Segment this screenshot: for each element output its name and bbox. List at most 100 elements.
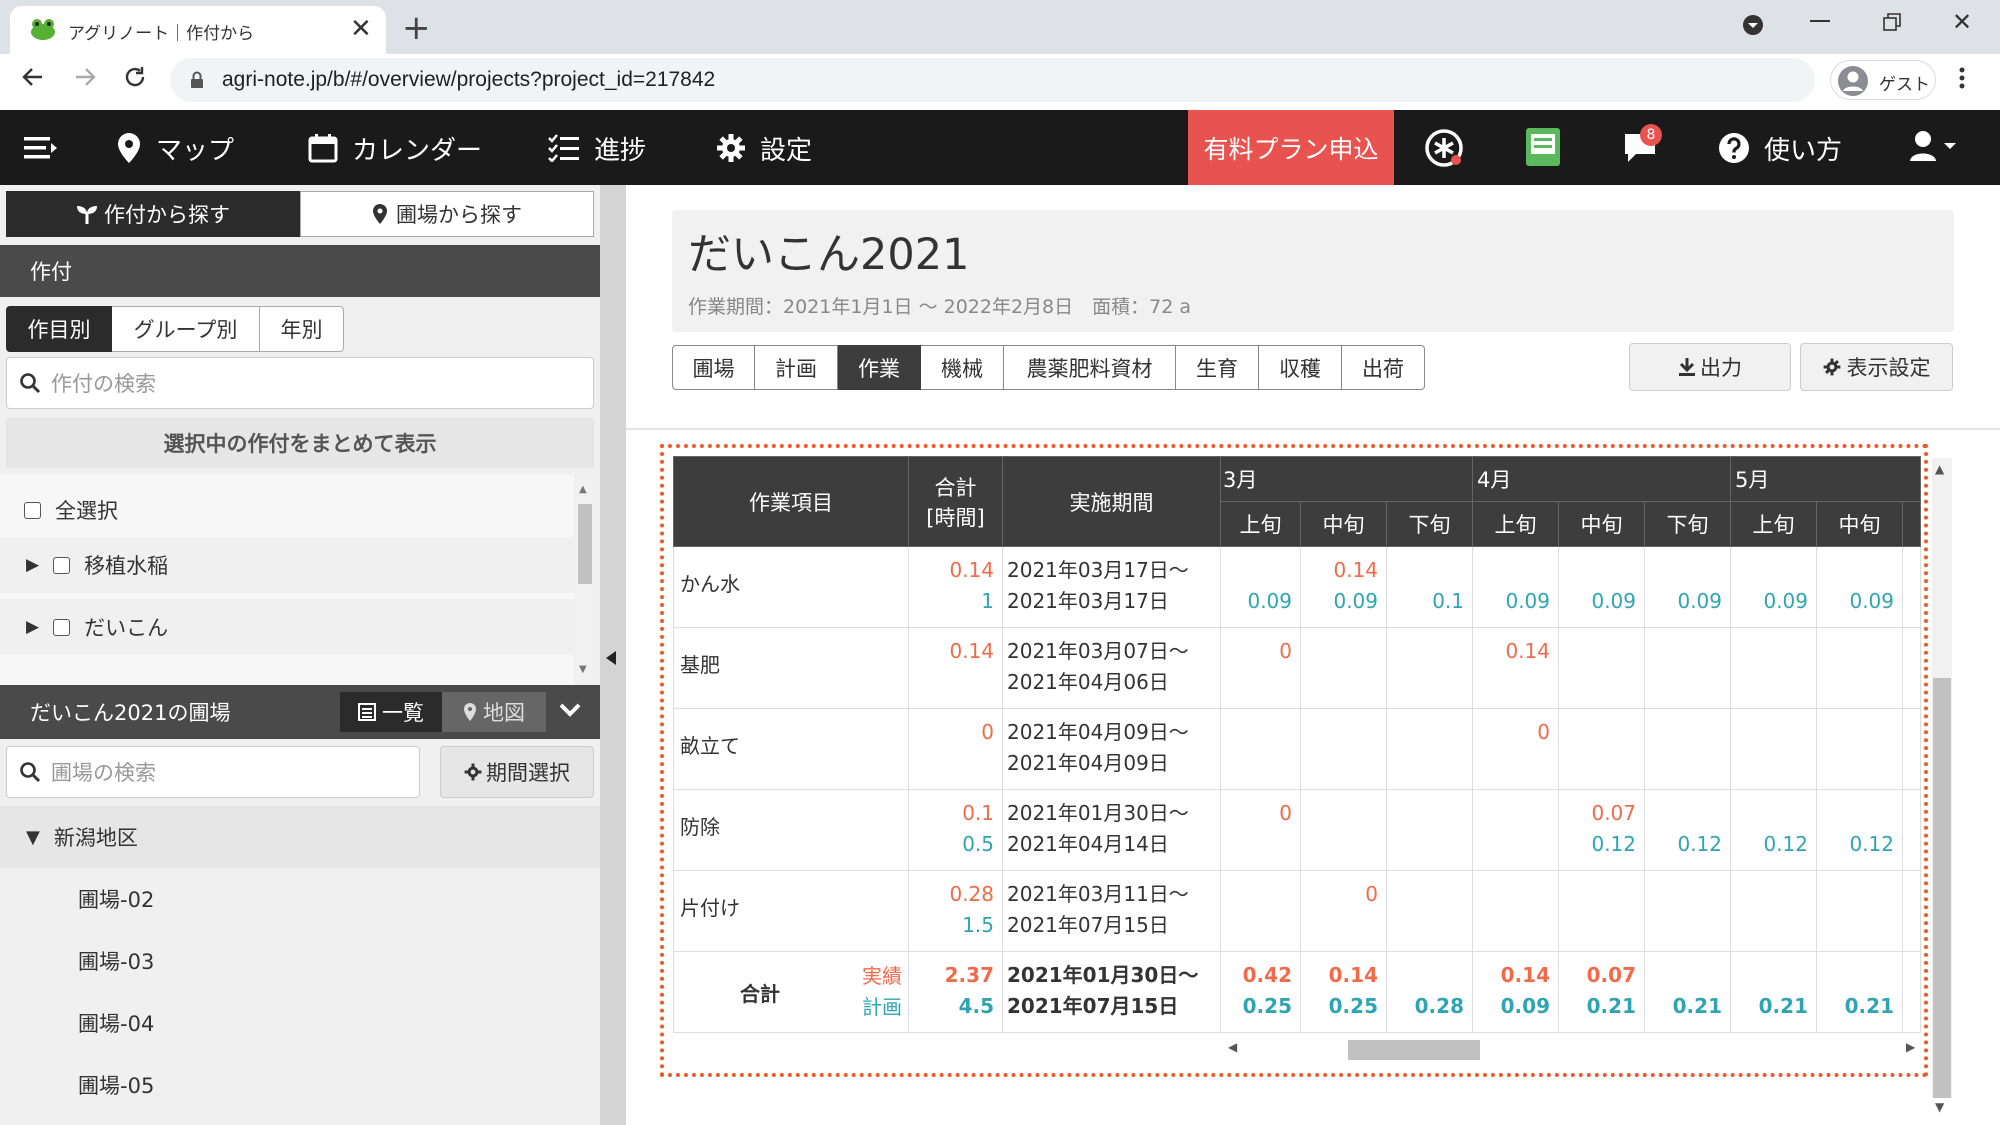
expand-arrow-icon[interactable]: ▶ bbox=[26, 555, 39, 575]
crop-checkbox[interactable] bbox=[53, 556, 71, 574]
tab-plan[interactable]: 計画 bbox=[755, 345, 838, 390]
view-list-button[interactable]: 一覧 bbox=[340, 692, 442, 732]
crop-checkbox[interactable] bbox=[53, 618, 71, 636]
table-row[interactable]: 基肥 0.14 2021年03月07日～ 2021年04月06日 0 0.14 bbox=[673, 627, 1921, 709]
period-start: 2021年03月11日～ bbox=[1007, 882, 1189, 906]
tab-fields[interactable]: 圃場 bbox=[672, 345, 755, 390]
period-select-button[interactable]: 期間選択 bbox=[440, 746, 594, 798]
scroll-up-arrow-icon[interactable]: ▲ bbox=[1935, 462, 1944, 476]
header-separator bbox=[626, 428, 2000, 430]
horizontal-scroll-thumb[interactable] bbox=[1348, 1040, 1480, 1060]
browser-menu-icon[interactable] bbox=[1958, 66, 1966, 90]
crop-list-item[interactable]: ▶ だいこん bbox=[0, 599, 574, 655]
field-item[interactable]: 圃場-04 bbox=[78, 1006, 154, 1040]
view-map-label: 地図 bbox=[483, 701, 525, 725]
expand-down-arrow-icon[interactable]: ▼ bbox=[26, 827, 40, 848]
table-row[interactable]: 畝立て 0 2021年04月09日～ 2021年04月09日 0 bbox=[673, 708, 1921, 790]
header-decade: 中旬 bbox=[1816, 501, 1903, 547]
tab-shipment[interactable]: 出荷 bbox=[1342, 345, 1425, 390]
table-row[interactable]: 防除 0.1 0.5 2021年01月30日～ 2021年04月14日 0 0.07 0.12… bbox=[673, 789, 1921, 871]
table-horizontal-scrollbar[interactable] bbox=[1218, 1037, 1918, 1061]
minimize-icon[interactable] bbox=[1810, 20, 1830, 22]
collapse-panel-arrow-icon[interactable] bbox=[604, 650, 618, 666]
crop-list: 全選択 ▶ 移植水稲 ▶ だいこん bbox=[0, 475, 574, 685]
select-all-item[interactable]: 全選択 bbox=[24, 493, 118, 527]
nav-calendar[interactable]: カレンダー bbox=[308, 128, 482, 168]
export-button[interactable]: 出力 bbox=[1629, 343, 1791, 391]
scroll-left-arrow-icon[interactable]: ◀ bbox=[1228, 1040, 1237, 1054]
view-map-button[interactable]: 地図 bbox=[442, 692, 546, 732]
search-by-crop-button[interactable]: 作付から探す bbox=[6, 191, 300, 237]
field-item[interactable]: 圃場-02 bbox=[78, 882, 154, 916]
vertical-scroll-thumb[interactable] bbox=[1933, 678, 1951, 1098]
header-total-label: 合計 bbox=[934, 475, 977, 500]
planned-value: 0.09 bbox=[1591, 589, 1636, 613]
expand-arrow-icon[interactable]: ▶ bbox=[26, 617, 39, 637]
decade-cell: 0.42 0.25 bbox=[1220, 951, 1301, 1033]
back-icon[interactable] bbox=[20, 64, 46, 90]
field-item[interactable]: 圃場-05 bbox=[78, 1068, 154, 1102]
tab-harvest[interactable]: 収穫 bbox=[1259, 345, 1342, 390]
select-all-checkbox[interactable] bbox=[24, 501, 41, 519]
show-selected-crops-button[interactable]: 選択中の作付をまとめて表示 bbox=[6, 418, 594, 468]
sidebar-toggle-icon[interactable] bbox=[24, 135, 58, 161]
address-bar[interactable]: agri-note.jp/b/#/overview/projects?proje… bbox=[170, 58, 1815, 102]
planned-value bbox=[1229, 667, 1292, 698]
actual-hours: 0.28 bbox=[949, 882, 994, 906]
decade-cell: 0.09 bbox=[1472, 546, 1559, 628]
support-icon[interactable] bbox=[1424, 128, 1464, 168]
search-by-field-button[interactable]: 圃場から探す bbox=[300, 191, 594, 237]
tab-materials[interactable]: 農薬肥料資材 bbox=[1004, 345, 1176, 390]
actual-value bbox=[1481, 798, 1550, 829]
region-item[interactable]: ▼ 新潟地区 bbox=[0, 806, 600, 868]
actual-value: 0 bbox=[1537, 720, 1550, 744]
tab-work[interactable]: 作業 bbox=[838, 345, 921, 390]
nav-help[interactable]: 使い方 bbox=[1718, 128, 1842, 168]
tab-growth[interactable]: 生育 bbox=[1176, 345, 1259, 390]
close-window-icon[interactable]: ✕ bbox=[1952, 8, 1972, 36]
reload-icon[interactable] bbox=[122, 64, 148, 90]
total-row: 合計 実績 計画 2.37 4.5 2021年01月30日～ 2021年07月15日 0.42… bbox=[673, 951, 1921, 1033]
actual-value: 0.14 bbox=[1500, 963, 1550, 987]
nav-progress[interactable]: 進捗 bbox=[548, 128, 646, 168]
planned-value: 0.25 bbox=[1242, 994, 1292, 1018]
profile-button[interactable]: ゲスト bbox=[1830, 60, 1936, 100]
table-row[interactable]: かん水 0.14 1 2021年03月17日～ 2021年03月17日 0.09 0.14 0… bbox=[673, 546, 1921, 628]
decade-cell: 0.07 0.21 bbox=[1558, 951, 1645, 1033]
close-tab-icon[interactable]: ✕ bbox=[350, 14, 372, 44]
browser-tab[interactable]: アグリノート｜作付から ✕ bbox=[10, 6, 386, 54]
collapse-chevron-icon[interactable] bbox=[558, 700, 582, 720]
legend-labels: 実績 計画 bbox=[862, 961, 902, 1023]
tab-search-icon[interactable] bbox=[1742, 14, 1764, 36]
scroll-right-arrow-icon[interactable]: ▶ bbox=[1906, 1040, 1915, 1054]
planned-hours: 1 bbox=[981, 589, 994, 613]
note-book-icon[interactable] bbox=[1524, 126, 1562, 168]
planned-value: 0.28 bbox=[1414, 994, 1464, 1018]
field-item[interactable]: 圃場-03 bbox=[78, 944, 154, 978]
field-search-input[interactable]: 圃場の検索 bbox=[6, 746, 420, 798]
nav-settings[interactable]: 設定 bbox=[716, 128, 812, 168]
period-end: 2021年04月06日 bbox=[1007, 670, 1169, 694]
period-end: 2021年07月15日 bbox=[1007, 913, 1169, 937]
paid-plan-button[interactable]: 有料プラン申込 bbox=[1188, 110, 1394, 185]
user-menu-icon[interactable] bbox=[1908, 130, 1960, 162]
crop-search-input[interactable]: 作付の検索 bbox=[6, 357, 594, 409]
filter-tab-by-crop[interactable]: 作目別 bbox=[6, 306, 112, 352]
crop-list-item[interactable]: ▶ 移植水稲 bbox=[0, 537, 574, 593]
table-row[interactable]: 片付け 0.28 1.5 2021年03月11日～ 2021年07月15日 0 bbox=[673, 870, 1921, 952]
scroll-down-arrow-icon[interactable]: ▼ bbox=[1935, 1100, 1944, 1114]
filter-tab-by-group[interactable]: グループ別 bbox=[112, 306, 260, 352]
filter-tab-by-year[interactable]: 年別 bbox=[260, 306, 344, 352]
forward-icon[interactable] bbox=[72, 64, 98, 90]
crop-search-placeholder: 作付の検索 bbox=[51, 372, 156, 396]
nav-map-label: マップ bbox=[156, 135, 235, 166]
nav-map[interactable]: マップ bbox=[116, 128, 234, 168]
field-view-toggle: 一覧 地図 bbox=[340, 692, 546, 732]
new-tab-icon[interactable]: + bbox=[402, 8, 431, 48]
crop-list-scrollbar[interactable]: ▲ ▼ bbox=[576, 480, 594, 680]
tab-machines[interactable]: 機械 bbox=[921, 345, 1004, 390]
actual-value: 0.14 bbox=[1328, 963, 1378, 987]
restore-icon[interactable] bbox=[1882, 12, 1902, 32]
display-settings-button[interactable]: 表示設定 bbox=[1800, 343, 1953, 391]
profile-label: ゲスト bbox=[1879, 75, 1930, 95]
